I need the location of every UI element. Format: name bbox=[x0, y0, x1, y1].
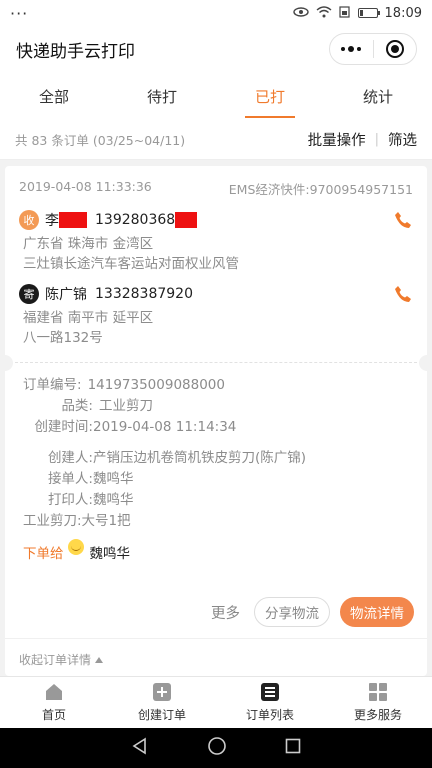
redaction-box bbox=[175, 212, 198, 228]
tab-statistics[interactable]: 统计 bbox=[324, 72, 432, 120]
summary-bar: 共 83 条订单 (03/25~04/11) 批量操作 | 筛选 bbox=[0, 120, 432, 160]
batch-operation-button[interactable]: 批量操作 bbox=[308, 129, 366, 150]
title-bar: 快递助手云打印 bbox=[0, 26, 432, 72]
nav-create-label: 创建订单 bbox=[137, 708, 186, 722]
order-no-label: 订单编号: bbox=[23, 377, 82, 393]
nav-services-label: 更多服务 bbox=[353, 708, 402, 722]
sim-icon bbox=[338, 5, 351, 21]
more-menu-button[interactable] bbox=[330, 34, 373, 64]
smile-avatar-icon bbox=[67, 539, 84, 555]
nav-home[interactable]: 首页 bbox=[0, 677, 108, 728]
receiver-tag-icon: 收 bbox=[19, 210, 39, 230]
tab-pending[interactable]: 待打 bbox=[108, 72, 216, 120]
caret-up-icon bbox=[95, 656, 104, 663]
dashed-divider bbox=[0, 355, 432, 371]
sender-tag-icon: 寄 bbox=[19, 284, 39, 304]
sender-name: 陈广锦 bbox=[45, 287, 87, 303]
sender-row: 寄 陈广锦 13328387920 bbox=[5, 284, 427, 304]
assignee-name: 魏鸣华 bbox=[89, 546, 131, 562]
share-logistics-button[interactable]: 分享物流 bbox=[254, 597, 330, 627]
order-card: 2019-04-08 11:33:36 EMS经济快件:970095495715… bbox=[0, 166, 432, 676]
phone-icon[interactable] bbox=[393, 210, 413, 230]
assign-label: 下单给 bbox=[23, 546, 64, 562]
home-icon bbox=[44, 682, 64, 702]
order-card-header: 2019-04-08 11:33:36 EMS经济快件:970095495715… bbox=[5, 166, 427, 198]
creator-label: 创建人: bbox=[47, 450, 93, 466]
separator: | bbox=[374, 132, 379, 147]
receiver-phone: 139280368 bbox=[95, 212, 176, 228]
receiver-province: 广东省 珠海市 金湾区 bbox=[23, 236, 154, 252]
nav-order-list[interactable]: 订单列表 bbox=[216, 677, 324, 728]
phone-icon[interactable] bbox=[393, 284, 413, 304]
created-value: 2019-04-08 11:14:34 bbox=[93, 419, 237, 435]
sender-phone: 13328387920 bbox=[95, 286, 193, 302]
express-number: EMS经济快件:9700954957151 bbox=[228, 182, 413, 197]
receiver-row: 收 李 139280368 bbox=[5, 210, 427, 230]
receiver-name: 李 bbox=[45, 213, 59, 229]
assign-row: 下单给 魏鸣华 bbox=[5, 539, 427, 562]
collapse-order-detail[interactable]: 收起订单详情 bbox=[5, 638, 427, 680]
order-tabs: 全部 待打 已打 统计 bbox=[0, 72, 432, 120]
taker-label: 接单人: bbox=[47, 471, 93, 487]
receiver-address: 三灶镇长途汽车客运站对面权业风管 bbox=[23, 256, 239, 272]
add-icon bbox=[152, 682, 172, 702]
target-icon bbox=[385, 40, 404, 58]
status-bar: ··· 18:09 bbox=[0, 0, 432, 26]
order-no: 1419735009088000 bbox=[87, 377, 225, 393]
app-title: 快递助手云打印 bbox=[16, 41, 135, 62]
printer-value: 魏鸣华 bbox=[93, 492, 134, 508]
home-circle-icon[interactable] bbox=[207, 736, 227, 760]
close-miniprogram-button[interactable] bbox=[374, 34, 417, 64]
eye-icon bbox=[292, 6, 309, 20]
bottom-nav: 首页 创建订单 订单列表 更多服务 bbox=[0, 676, 432, 728]
order-actions: 更多 分享物流 物流详情 bbox=[211, 597, 414, 627]
summary-actions: 批量操作 | 筛选 bbox=[308, 129, 417, 150]
logistics-detail-button[interactable]: 物流详情 bbox=[340, 597, 414, 627]
status-icons: 18:09 bbox=[292, 5, 422, 21]
back-icon[interactable] bbox=[131, 737, 149, 759]
taker-value: 魏鸣华 bbox=[93, 471, 134, 487]
more-button[interactable]: 更多 bbox=[211, 602, 240, 623]
creator-value: 产销压边机卷筒机铁皮剪刀(陈广锦) bbox=[93, 450, 307, 466]
grid-icon bbox=[368, 682, 388, 702]
mini-program-capsule bbox=[329, 33, 417, 65]
status-notifications: ··· bbox=[10, 3, 29, 23]
recents-icon[interactable] bbox=[285, 738, 301, 758]
android-nav-bar bbox=[0, 728, 432, 768]
battery-icon bbox=[357, 8, 380, 18]
order-count-summary: 共 83 条订单 (03/25~04/11) bbox=[15, 133, 186, 148]
printer-label: 打印人: bbox=[47, 492, 93, 508]
filter-button[interactable]: 筛选 bbox=[388, 129, 417, 150]
order-datetime: 2019-04-08 11:33:36 bbox=[19, 179, 152, 194]
redaction-box bbox=[59, 212, 87, 228]
more-dots-icon bbox=[341, 46, 362, 52]
sender-address: 八一路132号 bbox=[23, 330, 103, 346]
nav-home-label: 首页 bbox=[41, 708, 66, 722]
sender-province: 福建省 南平市 延平区 bbox=[23, 310, 154, 326]
goods-summary: 工业剪刀:大号1把 bbox=[23, 513, 131, 529]
nav-create-order[interactable]: 创建订单 bbox=[108, 677, 216, 728]
created-label: 创建时间: bbox=[34, 419, 93, 435]
category-value: 工业剪刀 bbox=[99, 398, 153, 414]
status-time: 18:09 bbox=[384, 5, 422, 21]
tab-printed[interactable]: 已打 bbox=[216, 72, 324, 120]
nav-more-services[interactable]: 更多服务 bbox=[324, 677, 432, 728]
collapse-label: 收起订单详情 bbox=[19, 653, 92, 667]
tab-all[interactable]: 全部 bbox=[0, 72, 108, 120]
order-info: 订单编号: 1419735009088000 品类: 工业剪刀 创建时间: 2019-… bbox=[5, 363, 427, 511]
category-label: 品类: bbox=[61, 398, 93, 414]
list-icon bbox=[260, 682, 280, 702]
nav-orders-label: 订单列表 bbox=[245, 708, 294, 722]
wifi-icon bbox=[316, 5, 332, 21]
